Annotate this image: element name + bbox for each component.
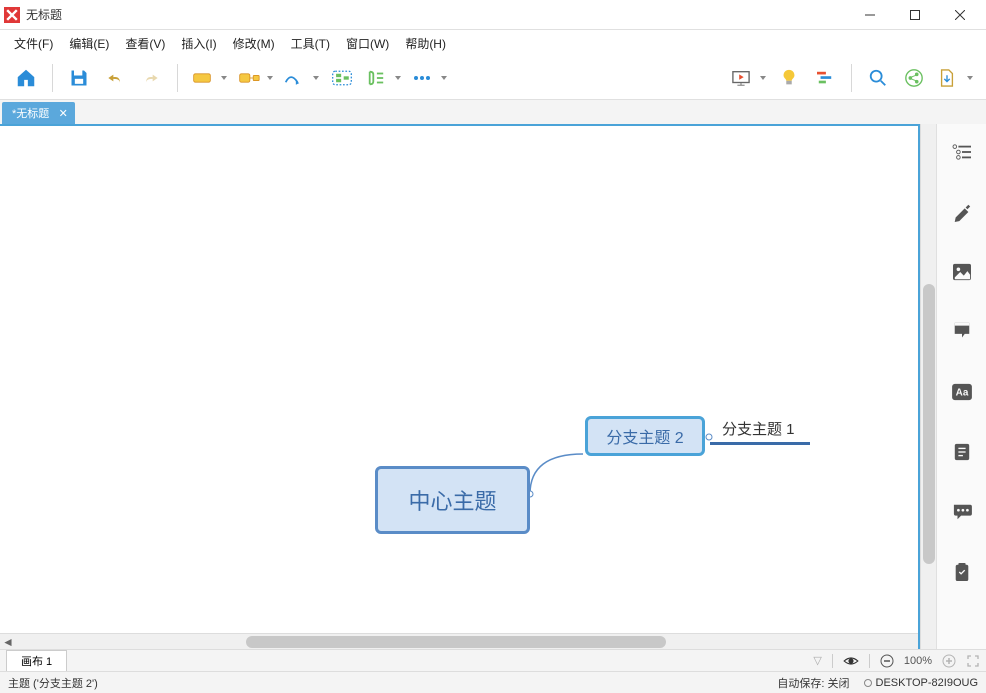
- status-selection: 主题 ('分支主题 2'): [8, 675, 98, 691]
- connector-dot: [703, 433, 715, 441]
- visibility-icon[interactable]: [843, 655, 859, 667]
- task-panel-button[interactable]: [944, 554, 980, 590]
- home-button[interactable]: [10, 62, 42, 94]
- save-button[interactable]: [63, 62, 95, 94]
- menu-window[interactable]: 窗口(W): [338, 32, 397, 55]
- branch-topic-2-node[interactable]: 分支主题 2: [585, 416, 705, 456]
- presentation-button[interactable]: [727, 62, 769, 94]
- branch-topic-2-text: 分支主题 2: [606, 424, 683, 448]
- status-host: DESKTOP-82I9OUG: [864, 677, 979, 689]
- central-topic-node[interactable]: 中心主题: [375, 466, 530, 534]
- chevron-down-icon: [441, 76, 447, 80]
- more-button[interactable]: [408, 62, 450, 94]
- work-area: 中心主题 分支主题 2 分支主题 1 ◄: [0, 124, 986, 649]
- outline-panel-button[interactable]: [944, 134, 980, 170]
- branch-topic-1-underline: [710, 442, 810, 445]
- sheet-tab[interactable]: 画布 1: [6, 650, 67, 671]
- relationship-button[interactable]: [280, 62, 322, 94]
- chevron-down-icon: [967, 76, 973, 80]
- font-panel-button[interactable]: Aa: [944, 374, 980, 410]
- scroll-left-icon[interactable]: ◄: [0, 634, 16, 649]
- comments-panel-button[interactable]: [944, 494, 980, 530]
- zoom-button[interactable]: [862, 62, 894, 94]
- mindmap-canvas[interactable]: 中心主题 分支主题 2 分支主题 1: [0, 126, 918, 633]
- format-panel-button[interactable]: [944, 194, 980, 230]
- fit-button[interactable]: [966, 654, 980, 668]
- sheet-bar: 画布 1 ▽ 100%: [0, 649, 986, 671]
- vertical-scrollbar[interactable]: [920, 124, 936, 649]
- marker-panel-button[interactable]: [944, 314, 980, 350]
- undo-button[interactable]: [99, 62, 131, 94]
- status-indicator-icon: [864, 679, 872, 687]
- menu-insert[interactable]: 插入(I): [173, 32, 224, 55]
- zoom-out-button[interactable]: [880, 654, 894, 668]
- window-title: 无标题: [26, 6, 847, 23]
- close-button[interactable]: [937, 1, 982, 29]
- menu-bar: 文件(F) 编辑(E) 查看(V) 插入(I) 修改(M) 工具(T) 窗口(W…: [0, 30, 986, 56]
- maximize-button[interactable]: [892, 1, 937, 29]
- toolbar: [0, 56, 986, 100]
- tab-bar: *无标题 ✕: [0, 100, 986, 124]
- redo-button[interactable]: [135, 62, 167, 94]
- chevron-down-icon: [267, 76, 273, 80]
- summary-button[interactable]: [362, 62, 404, 94]
- right-panel: Aa: [936, 124, 986, 649]
- menu-view[interactable]: 查看(V): [117, 32, 173, 55]
- svg-text:Aa: Aa: [955, 388, 968, 399]
- zoom-in-button[interactable]: [942, 654, 956, 668]
- tab-close-icon[interactable]: ✕: [57, 107, 69, 119]
- share-button[interactable]: [898, 62, 930, 94]
- gantt-button[interactable]: [809, 62, 841, 94]
- filter-icon[interactable]: ▽: [813, 654, 821, 667]
- hscroll-thumb[interactable]: [246, 636, 666, 648]
- subtopic-button[interactable]: [234, 62, 276, 94]
- zoom-level[interactable]: 100%: [904, 655, 932, 667]
- document-tab[interactable]: *无标题 ✕: [2, 102, 75, 124]
- separator: [177, 64, 178, 92]
- vscroll-thumb[interactable]: [923, 284, 935, 564]
- separator: [851, 64, 852, 92]
- menu-modify[interactable]: 修改(M): [225, 32, 283, 55]
- chevron-down-icon: [395, 76, 401, 80]
- menu-tools[interactable]: 工具(T): [283, 32, 338, 55]
- central-topic-text: 中心主题: [408, 484, 496, 516]
- tab-label: *无标题: [12, 105, 49, 121]
- menu-file[interactable]: 文件(F): [6, 32, 61, 55]
- status-bar: 主题 ('分支主题 2') 自动保存: 关闭 DESKTOP-82I9OUG: [0, 671, 986, 693]
- boundary-button[interactable]: [326, 62, 358, 94]
- image-panel-button[interactable]: [944, 254, 980, 290]
- export-button[interactable]: [934, 62, 976, 94]
- topic-button[interactable]: [188, 62, 230, 94]
- chevron-down-icon: [221, 76, 227, 80]
- menu-edit[interactable]: 编辑(E): [61, 32, 117, 55]
- sheet-name: 画布 1: [21, 656, 52, 668]
- app-icon: [4, 7, 20, 23]
- branch-topic-1-node[interactable]: 分支主题 1: [722, 418, 795, 439]
- minimize-button[interactable]: [847, 1, 892, 29]
- menu-help[interactable]: 帮助(H): [397, 32, 454, 55]
- connector-line: [525, 434, 587, 499]
- chevron-down-icon: [760, 76, 766, 80]
- branch-topic-1-text: 分支主题 1: [722, 418, 795, 439]
- canvas-container: 中心主题 分支主题 2 分支主题 1 ◄: [0, 124, 920, 649]
- title-bar: 无标题: [0, 0, 986, 30]
- horizontal-scrollbar[interactable]: ◄: [0, 633, 918, 649]
- status-autosave: 自动保存: 关闭: [777, 675, 849, 691]
- separator: [52, 64, 53, 92]
- brainstorm-button[interactable]: [773, 62, 805, 94]
- chevron-down-icon: [313, 76, 319, 80]
- notes-panel-button[interactable]: [944, 434, 980, 470]
